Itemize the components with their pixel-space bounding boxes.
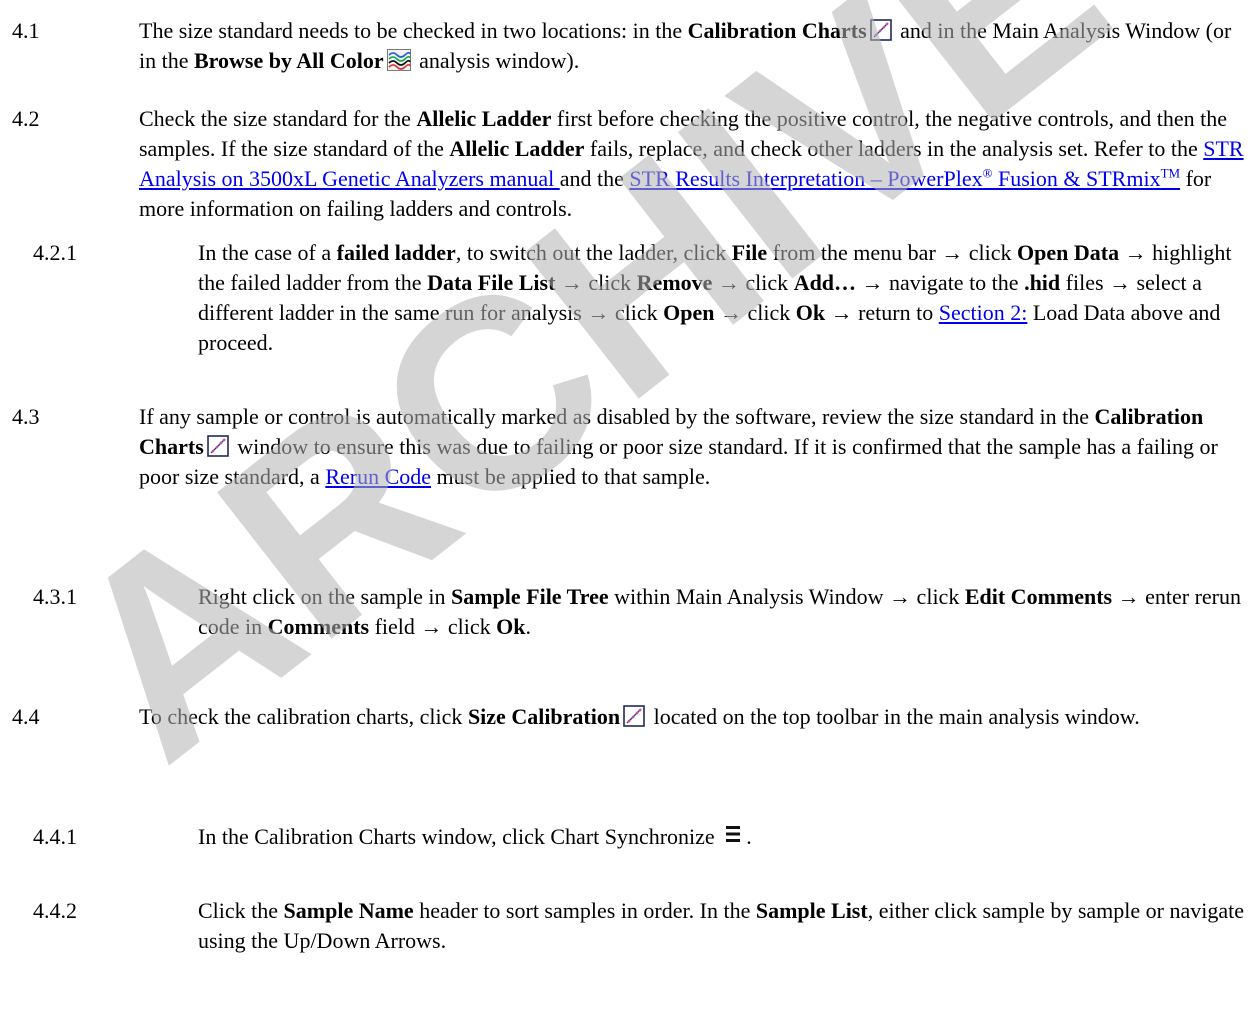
step-4-4-1: 4.4.1 In the Calibration Charts window, … (33, 822, 1250, 856)
step-text: Right click on the sample in Sample File… (198, 584, 1241, 639)
str-results-interpretation-link[interactable]: STR Results Interpretation – PowerPlex® … (629, 166, 1180, 191)
section-2-link[interactable]: Section 2: (939, 300, 1028, 325)
step-number: 4.3.1 (33, 584, 77, 609)
step-text: Click the Sample Name header to sort sam… (198, 898, 1245, 953)
step-number: 4.1 (12, 18, 40, 43)
step-4-3-1: 4.3.1 Right click on the sample in Sampl… (33, 582, 1250, 646)
browse-by-all-color-label: Browse by All Color (194, 48, 384, 73)
browse-all-color-icon (386, 49, 411, 71)
step-text: The size standard needs to be checked in… (139, 18, 1232, 73)
calibration-chart-icon (869, 19, 892, 41)
step-number: 4.2.1 (33, 240, 77, 265)
step-text: To check the calibration charts, click S… (139, 704, 1140, 729)
step-number: 4.3 (12, 404, 40, 429)
step-text: In the case of a failed ladder, to switc… (198, 240, 1232, 355)
step-4-2: 4.2 Check the size standard for the Alle… (12, 104, 1250, 228)
step-number: 4.4 (12, 704, 40, 729)
step-4-2-1: 4.2.1 In the case of a failed ladder, to… (33, 238, 1250, 362)
calibration-charts-label: Calibration Charts (687, 18, 867, 43)
step-4-3: 4.3 If any sample or control is automati… (12, 402, 1250, 526)
step-4-1: 4.1 The size standard needs to be checke… (12, 16, 1250, 80)
step-text: In the Calibration Charts window, click … (198, 824, 752, 849)
step-text: Check the size standard for the Allelic … (139, 106, 1244, 221)
step-number: 4.2 (12, 106, 40, 131)
step-text: If any sample or control is automaticall… (139, 404, 1218, 489)
step-number: 4.4.1 (33, 824, 77, 849)
calibration-chart-icon (206, 435, 229, 457)
step-number: 4.4.2 (33, 898, 77, 923)
size-calibration-icon (623, 705, 645, 727)
rerun-code-link[interactable]: Rerun Code (325, 464, 431, 489)
step-4-4-2: 4.4.2 Click the Sample Name header to so… (33, 896, 1250, 960)
step-4-4: 4.4 To check the calibration charts, cli… (12, 702, 1250, 766)
chart-synchronize-icon (726, 826, 741, 842)
